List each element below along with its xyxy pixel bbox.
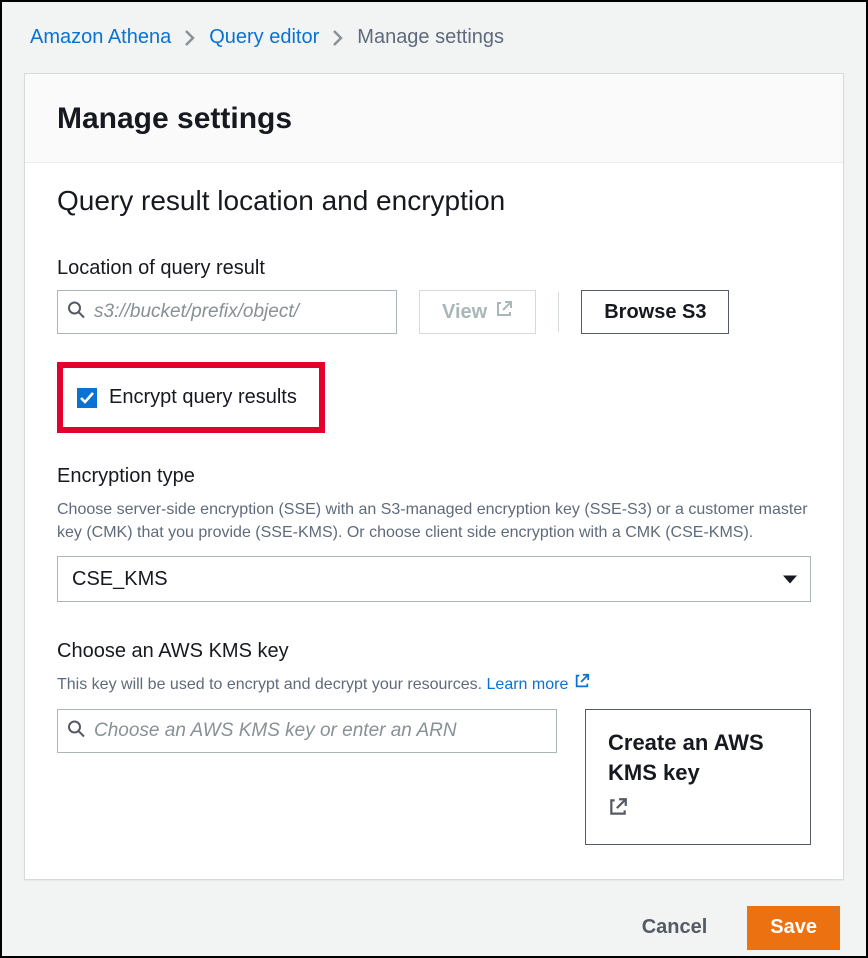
page-title: Manage settings xyxy=(57,102,811,136)
location-input[interactable] xyxy=(57,290,397,334)
chevron-right-icon xyxy=(333,30,343,46)
search-icon xyxy=(67,301,85,324)
location-label: Location of query result xyxy=(57,257,811,280)
kms-label: Choose an AWS KMS key xyxy=(57,640,811,663)
search-icon xyxy=(67,719,85,742)
browse-s3-label: Browse S3 xyxy=(604,301,706,324)
encryption-type-value: CSE_KMS xyxy=(72,568,168,591)
encryption-type-select[interactable]: CSE_KMS xyxy=(57,556,811,602)
create-kms-key-label: Create an AWS KMS key xyxy=(608,728,788,790)
breadcrumb-current: Manage settings xyxy=(357,26,504,49)
breadcrumb: Amazon Athena Query editor Manage settin… xyxy=(24,26,844,49)
encryption-type-label: Encryption type xyxy=(57,465,811,488)
cancel-button-label: Cancel xyxy=(642,916,708,939)
section-title: Query result location and encryption xyxy=(57,185,811,217)
save-button[interactable]: Save xyxy=(747,906,840,950)
caret-down-icon xyxy=(782,568,798,591)
location-input-wrap xyxy=(57,290,397,334)
external-link-icon xyxy=(495,300,513,324)
encrypt-checkbox-highlight: Encrypt query results xyxy=(57,362,325,433)
view-button[interactable]: View xyxy=(419,290,536,334)
learn-more-label: Learn more xyxy=(487,673,569,696)
breadcrumb-link-query-editor[interactable]: Query editor xyxy=(209,26,319,49)
cancel-button[interactable]: Cancel xyxy=(620,906,730,950)
kms-description-text: This key will be used to encrypt and dec… xyxy=(57,676,487,693)
view-button-label: View xyxy=(442,301,487,324)
encryption-type-description: Choose server-side encryption (SSE) with… xyxy=(57,498,811,544)
card-header: Manage settings xyxy=(25,74,843,163)
vertical-divider xyxy=(558,292,559,332)
encrypt-checkbox[interactable] xyxy=(77,388,97,408)
kms-input-wrap xyxy=(57,709,557,753)
encrypt-checkbox-label: Encrypt query results xyxy=(109,386,297,409)
save-button-label: Save xyxy=(770,916,817,939)
kms-key-input[interactable] xyxy=(57,709,557,753)
breadcrumb-link-athena[interactable]: Amazon Athena xyxy=(30,26,171,49)
kms-description: This key will be used to encrypt and dec… xyxy=(57,673,811,696)
create-kms-key-button[interactable]: Create an AWS KMS key xyxy=(585,709,811,845)
browse-s3-button[interactable]: Browse S3 xyxy=(581,290,729,334)
external-link-icon xyxy=(608,795,628,826)
settings-card: Manage settings Query result location an… xyxy=(24,73,844,880)
learn-more-link[interactable]: Learn more xyxy=(487,673,591,696)
chevron-right-icon xyxy=(185,30,195,46)
footer-actions: Cancel Save xyxy=(24,906,844,950)
external-link-icon xyxy=(574,673,590,696)
